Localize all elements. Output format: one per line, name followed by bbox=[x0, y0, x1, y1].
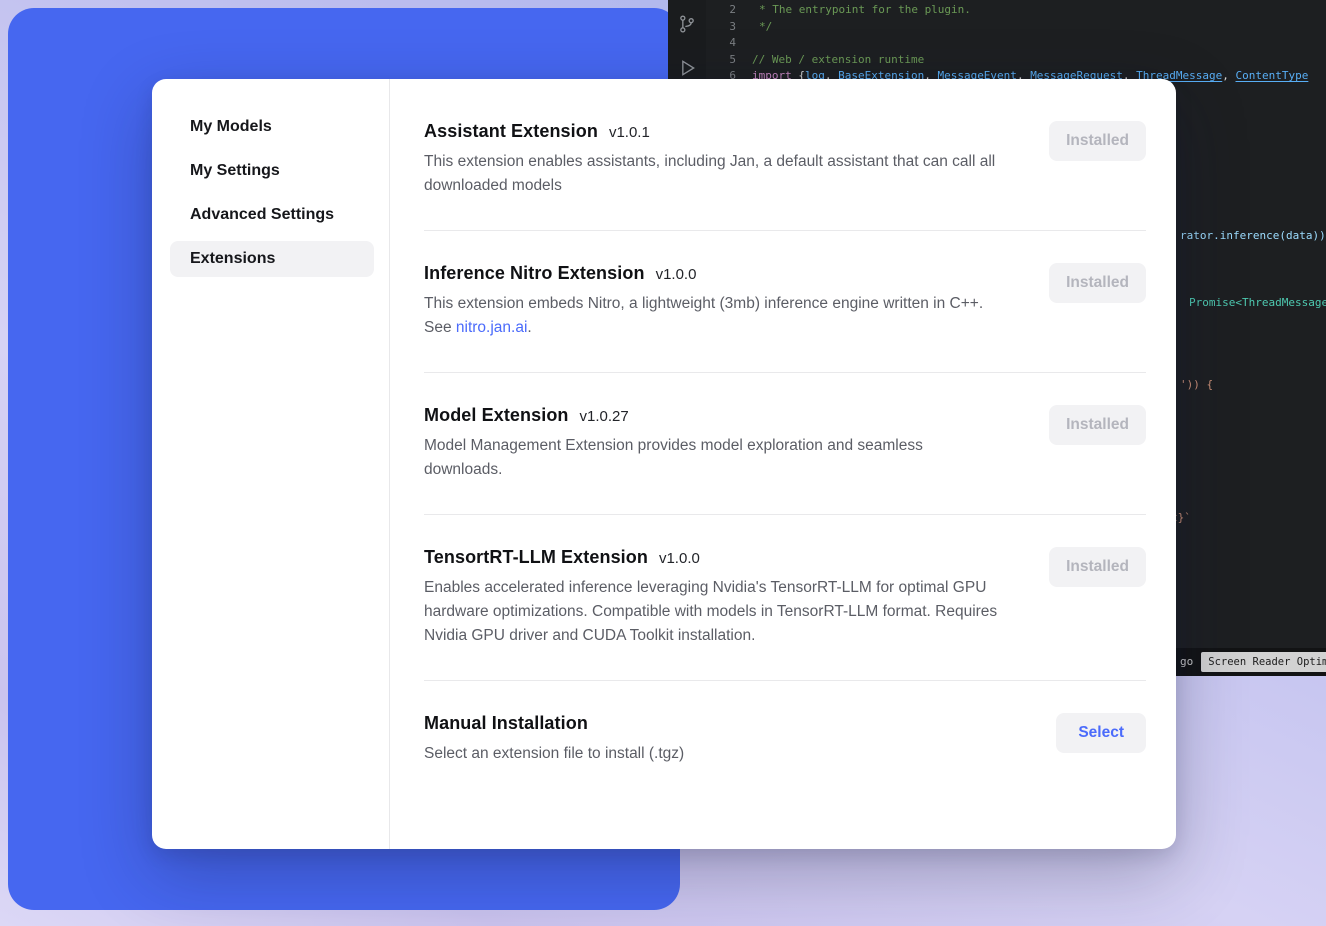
code-block: 2* The entrypoint for the plugin. 3*/ 4 … bbox=[712, 2, 1308, 85]
settings-sidebar: My Models My Settings Advanced Settings … bbox=[152, 79, 390, 849]
line-number: 5 bbox=[712, 52, 736, 69]
sidebar-item-my-models[interactable]: My Models bbox=[170, 109, 374, 145]
extensions-list: Assistant Extension v1.0.1 This extensio… bbox=[390, 79, 1176, 849]
extension-version: v1.0.1 bbox=[609, 124, 650, 141]
code-fragment: rator.inference(data)); bbox=[1180, 228, 1326, 245]
line-number: 2 bbox=[712, 2, 736, 19]
extension-row-tensorrt: TensortRT-LLM Extension v1.0.0 Enables a… bbox=[424, 515, 1146, 681]
extension-version: v1.0.27 bbox=[580, 408, 629, 425]
extension-description: This extension embeds Nitro, a lightweig… bbox=[424, 292, 1002, 340]
code-line: 3 */ bbox=[712, 19, 1308, 36]
extension-version: v1.0.0 bbox=[659, 550, 700, 567]
code-fragment: ')) { bbox=[1180, 377, 1213, 394]
installed-button[interactable]: Installed bbox=[1049, 121, 1146, 161]
git-branch-icon bbox=[677, 14, 697, 34]
status-text: go bbox=[1180, 654, 1193, 671]
line-number: 4 bbox=[712, 35, 736, 52]
extension-version: v1.0.0 bbox=[656, 266, 697, 283]
separator: , bbox=[1222, 69, 1235, 82]
installed-button[interactable]: Installed bbox=[1049, 263, 1146, 303]
sidebar-item-my-settings[interactable]: My Settings bbox=[170, 153, 374, 189]
extension-row-nitro: Inference Nitro Extension v1.0.0 This ex… bbox=[424, 231, 1146, 373]
extension-title: Inference Nitro Extension bbox=[424, 263, 645, 284]
extension-description: Model Management Extension provides mode… bbox=[424, 434, 1002, 482]
extension-description: Select an extension file to install (.tg… bbox=[424, 742, 1002, 766]
description-text: . bbox=[527, 319, 531, 336]
code-text: * The entrypoint for the plugin. bbox=[752, 3, 971, 16]
extension-title: Manual Installation bbox=[424, 713, 588, 734]
nitro-link[interactable]: nitro.jan.ai bbox=[456, 319, 528, 336]
code-line: 2 * The entrypoint for the plugin. bbox=[712, 2, 1308, 19]
extension-description: Enables accelerated inference leveraging… bbox=[424, 576, 1002, 648]
page-background: 2* The entrypoint for the plugin. 3*/ 4 … bbox=[0, 0, 1326, 926]
run-debug-icon bbox=[677, 58, 697, 78]
extension-title: TensortRT-LLM Extension bbox=[424, 547, 648, 568]
sidebar-item-advanced-settings[interactable]: Advanced Settings bbox=[170, 197, 374, 233]
extension-row-assistant: Assistant Extension v1.0.1 This extensio… bbox=[424, 121, 1146, 231]
code-line: 5 // Web / extension runtime bbox=[712, 52, 1308, 69]
extension-row-model: Model Extension v1.0.27 Model Management… bbox=[424, 373, 1146, 515]
extension-title: Assistant Extension bbox=[424, 121, 598, 142]
screen-reader-chip: Screen Reader Optimize bbox=[1201, 652, 1326, 673]
extension-description: This extension enables assistants, inclu… bbox=[424, 150, 1002, 198]
extension-title: Model Extension bbox=[424, 405, 569, 426]
code-line: 4 bbox=[712, 35, 1308, 52]
import-name: ContentType bbox=[1236, 69, 1309, 82]
code-fragment: Promise<ThreadMessage> bbox=[1189, 295, 1326, 312]
installed-button[interactable]: Installed bbox=[1049, 405, 1146, 445]
select-button[interactable]: Select bbox=[1056, 713, 1146, 753]
line-number: 3 bbox=[712, 19, 736, 36]
settings-panel: My Models My Settings Advanced Settings … bbox=[152, 79, 1176, 849]
installed-button[interactable]: Installed bbox=[1049, 547, 1146, 587]
manual-installation-row: Manual Installation Select an extension … bbox=[424, 681, 1146, 798]
code-text: // Web / extension runtime bbox=[752, 53, 924, 66]
code-text: */ bbox=[752, 20, 772, 33]
sidebar-item-extensions[interactable]: Extensions bbox=[170, 241, 374, 277]
